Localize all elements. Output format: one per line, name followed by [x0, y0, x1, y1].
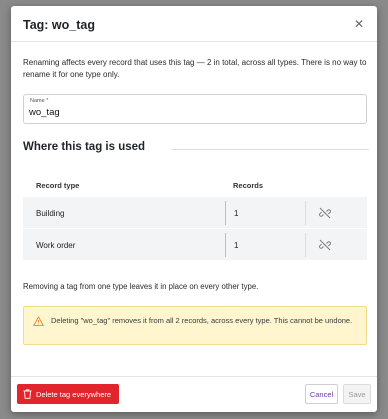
- name-input[interactable]: [29, 107, 349, 118]
- section-divider: [171, 149, 369, 150]
- delete-tag-button[interactable]: Delete tag everywhere: [17, 384, 120, 404]
- dialog-header: Tag: wo_tag ✕: [11, 6, 377, 42]
- usage-table: Record type Records Building 1 Work orde…: [23, 171, 367, 261]
- dialog-title: Tag: wo_tag: [23, 18, 95, 32]
- records-cell: 1: [234, 241, 239, 250]
- warning-icon: [33, 316, 44, 327]
- close-icon[interactable]: ✕: [351, 16, 367, 32]
- dialog-footer: Delete tag everywhere Cancel Save: [11, 376, 377, 412]
- required-mark: *: [46, 98, 49, 104]
- name-label: Name *: [30, 98, 49, 104]
- table-row: Building 1: [23, 197, 367, 229]
- column-header-records: Records: [233, 181, 264, 190]
- column-header-record-type: Record type: [36, 181, 80, 190]
- name-field[interactable]: Name *: [23, 94, 367, 124]
- cancel-button[interactable]: Cancel: [305, 384, 338, 404]
- record-type-cell: Work order: [36, 241, 76, 250]
- type-removal-note: Removing a tag from one type leaves it i…: [23, 282, 259, 291]
- record-type-cell: Building: [36, 209, 65, 218]
- delete-warning: Deleting "wo_tag" removes it from all 2 …: [23, 306, 367, 345]
- trash-icon: [23, 389, 32, 399]
- tag-dialog: Tag: wo_tag ✕ Renaming affects every rec…: [11, 6, 377, 412]
- save-button[interactable]: Save: [343, 384, 371, 404]
- table-row: Work order 1: [23, 229, 367, 261]
- column-divider: [305, 233, 306, 257]
- unlink-icon[interactable]: [319, 207, 331, 219]
- table-header: Record type Records: [23, 171, 367, 197]
- warning-text: Deleting "wo_tag" removes it from all 2 …: [51, 316, 353, 325]
- column-divider: [225, 201, 226, 225]
- records-cell: 1: [234, 209, 239, 218]
- intro-text: Renaming affects every record that uses …: [23, 58, 367, 79]
- unlink-icon[interactable]: [319, 239, 331, 251]
- usage-section-title: Where this tag is used: [23, 141, 146, 153]
- column-divider: [305, 201, 306, 225]
- delete-tag-label: Delete tag everywhere: [36, 389, 112, 399]
- column-divider: [225, 233, 226, 257]
